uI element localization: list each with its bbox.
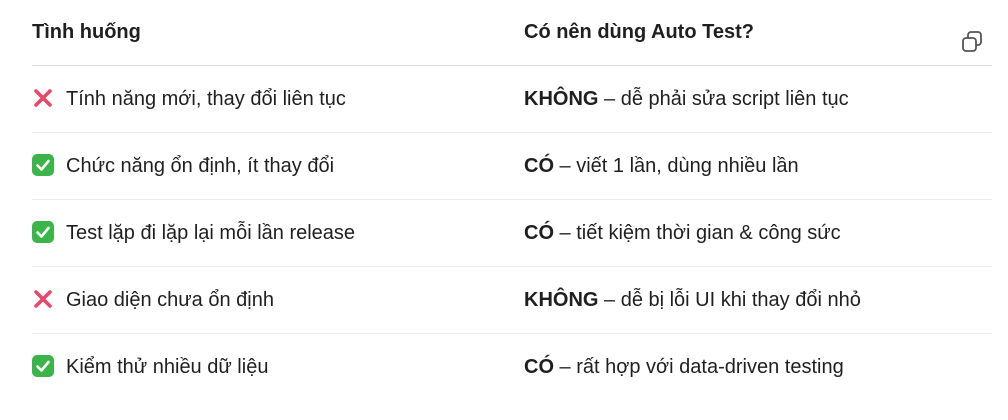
situation-text: Chức năng ổn định, ít thay đổi (66, 155, 335, 177)
table-row: Kiểm thử nhiều dữ liệu CÓ – rất hợp với … (32, 334, 992, 401)
table-container: Tình huống Có nên dùng Auto Test? Tính n… (0, 0, 1008, 420)
situation-text: Kiểm thử nhiều dữ liệu (66, 356, 269, 378)
situation-cell: Test lặp đi lặp lại mỗi lần release (32, 199, 524, 267)
table-row: Chức năng ổn định, ít thay đổi CÓ – viết… (32, 132, 992, 200)
comparison-table: Tình huống Có nên dùng Auto Test? Tính n… (32, 0, 992, 400)
table-row: Test lặp đi lặp lại mỗi lần release CÓ –… (32, 199, 992, 267)
situation-text: Tính năng mới, thay đổi liên tục (66, 88, 346, 110)
note-text: – dễ bị lỗi UI khi thay đổi nhỏ (598, 288, 861, 311)
note-text: – viết 1 lần, dùng nhiều lần (554, 154, 799, 177)
situation-cell: Tính năng mới, thay đổi liên tục (32, 65, 524, 133)
recommendation-cell: CÓ – tiết kiệm thời gian & công sức (524, 199, 992, 267)
situation-cell: Chức năng ổn định, ít thay đổi (32, 132, 524, 200)
recommendation-cell: CÓ – rất hợp với data-driven testing (524, 334, 992, 401)
table-row: Tính năng mới, thay đổi liên tục KHÔNG –… (32, 65, 992, 133)
table-header-row: Tình huống Có nên dùng Auto Test? (32, 0, 992, 66)
note-text: – rất hợp với data-driven testing (554, 355, 844, 378)
check-mark-icon (32, 154, 54, 176)
verdict-text: CÓ (524, 221, 554, 244)
header-situation: Tình huống (32, 0, 524, 66)
check-mark-icon (32, 221, 54, 243)
cross-mark-icon (34, 290, 52, 308)
situation-text: Giao diện chưa ổn định (66, 289, 274, 311)
header-recommendation: Có nên dùng Auto Test? (524, 0, 992, 66)
note-text: – tiết kiệm thời gian & công sức (554, 221, 841, 244)
verdict-text: CÓ (524, 154, 554, 177)
recommendation-cell: KHÔNG – dễ bị lỗi UI khi thay đổi nhỏ (524, 266, 992, 334)
verdict-text: KHÔNG (524, 87, 599, 110)
cross-mark-icon (34, 89, 52, 107)
check-mark-icon (32, 355, 54, 377)
verdict-text: KHÔNG (524, 288, 599, 311)
verdict-text: CÓ (524, 355, 554, 378)
table-row: Giao diện chưa ổn định KHÔNG – dễ bị lỗi… (32, 266, 992, 334)
situation-cell: Kiểm thử nhiều dữ liệu (32, 334, 524, 401)
situation-cell: Giao diện chưa ổn định (32, 266, 524, 334)
situation-text: Test lặp đi lặp lại mỗi lần release (66, 222, 356, 244)
note-text: – dễ phải sửa script liên tục (598, 87, 849, 110)
recommendation-cell: KHÔNG – dễ phải sửa script liên tục (524, 65, 992, 133)
recommendation-cell: CÓ – viết 1 lần, dùng nhiều lần (524, 132, 992, 200)
